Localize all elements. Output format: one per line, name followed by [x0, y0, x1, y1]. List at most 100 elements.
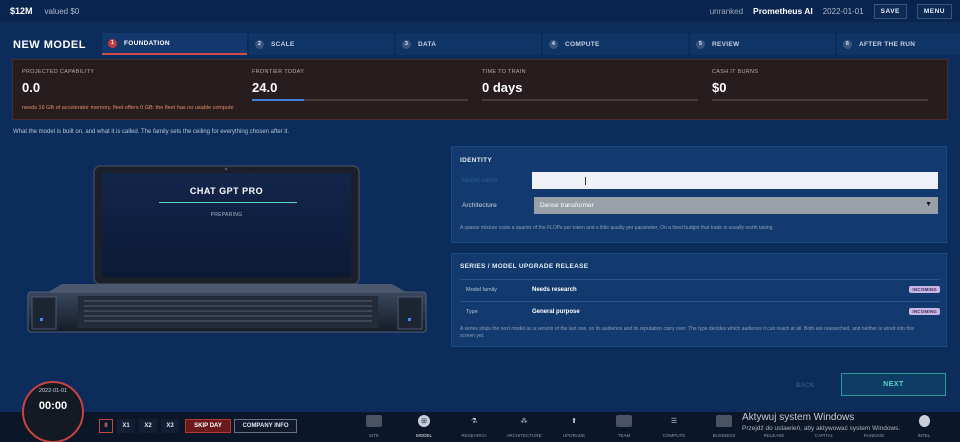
time-progress-bar — [482, 99, 698, 101]
projection-stats-panel: PROJECTED CAPABILITY 0.0 FRONTIER TODAY … — [12, 59, 948, 120]
stat-label: FRONTIER TODAY — [252, 69, 305, 75]
tab-label: SITE — [368, 433, 379, 438]
tab-business[interactable]: BUSINESS — [701, 415, 747, 438]
tab-label: ARCHITECTURE — [506, 433, 542, 438]
tab-architecture[interactable]: ⁂ ARCHITECTURE — [501, 415, 547, 438]
pause-button[interactable]: II — [99, 419, 113, 433]
series-row-label: Model family — [466, 286, 497, 293]
series-hint: A series ships the next model as a versi… — [460, 326, 915, 339]
series-row-model-family: Model family Needs research INCOMING — [460, 279, 940, 299]
architecture-select[interactable]: Dense transformer ▼ — [534, 197, 938, 214]
step-after-the-run[interactable]: 6 AFTER THE RUN — [837, 33, 960, 55]
cost-progress-bar — [712, 99, 928, 101]
tab-label: MODEL — [415, 433, 432, 438]
stat-time-to-train: TIME TO TRAIN 0 days — [482, 69, 702, 101]
architecture-label: Architecture — [462, 202, 497, 209]
tab-label: RESEARCH — [461, 433, 487, 438]
series-row-value: General purpose — [532, 308, 580, 315]
step-label: REVIEW — [712, 40, 740, 48]
compute-warning: needs 16 GB of accelerator memory, fleet… — [22, 105, 234, 111]
briefcase-icon — [716, 415, 732, 427]
skip-day-button[interactable]: SKIP DAY — [185, 419, 231, 433]
step-number: 1 — [108, 38, 117, 48]
stat-label: TIME TO TRAIN — [482, 69, 526, 75]
stat-frontier: FRONTIER TODAY 24.0 — [252, 69, 472, 101]
step-number: 3 — [402, 39, 411, 49]
rank-text: unranked — [709, 6, 744, 16]
step-compute[interactable]: 4 COMPUTE — [543, 33, 688, 55]
frontier-progress-bar — [252, 99, 468, 101]
step-label: COMPUTE — [565, 40, 600, 48]
model-name-label: Model name — [462, 177, 498, 184]
microscope-icon: ⚗ — [470, 418, 478, 425]
team-icon — [616, 415, 632, 427]
clock-time: 00:00 — [38, 400, 68, 412]
stat-capability: PROJECTED CAPABILITY 0.0 — [22, 69, 242, 95]
stat-value: $0 — [712, 80, 727, 95]
next-button[interactable]: NEXT — [841, 373, 946, 396]
site-icon — [366, 415, 382, 427]
model-icon: ⊞ — [418, 415, 430, 427]
back-button[interactable]: BACK — [770, 374, 840, 396]
incoming-badge: INCOMING — [909, 308, 940, 315]
tab-site[interactable]: SITE — [351, 415, 397, 438]
architecture-icon: ⁂ — [520, 418, 528, 425]
game-clock: 2022-01-01 00:00 — [22, 381, 84, 442]
step-label: FOUNDATION — [124, 39, 170, 47]
step-review[interactable]: 5 REVIEW — [690, 33, 835, 55]
top-bar: $12M valued $0 unranked Prometheus AI 20… — [0, 0, 960, 22]
model-name-input[interactable] — [532, 172, 938, 189]
tab-label: COMPUTE — [662, 433, 686, 438]
top-bar-right: unranked Prometheus AI 2022-01-01 SAVE M… — [709, 3, 952, 19]
identity-panel: IDENTITY Model name Architecture Dense t… — [451, 146, 947, 243]
series-row-type: Type General purpose INCOMING — [460, 301, 940, 321]
company-info-button[interactable]: COMPANY INFO — [234, 419, 297, 433]
series-panel: SERIES / MODEL UPGRADE RELEASE Model fam… — [451, 253, 947, 347]
tab-label: BUSINESS — [712, 433, 736, 438]
intel-icon — [918, 415, 930, 427]
tab-upgrade[interactable]: ⬆ UPGRADE — [551, 415, 597, 438]
step-number: 4 — [549, 39, 558, 49]
speed-x1-button[interactable]: X1 — [117, 419, 135, 433]
laptop-screen-title: CHAT GPT PRO — [189, 186, 264, 196]
cash-display: $12M — [10, 6, 33, 16]
stat-value: 0.0 — [22, 80, 41, 95]
tab-label: UPGRADE — [562, 433, 586, 438]
tab-model[interactable]: ⊞ MODEL — [401, 415, 447, 438]
watermark-line-1: Aktywuj system Windows — [742, 412, 855, 423]
menu-button[interactable]: MENU — [916, 3, 952, 19]
architecture-hint: A sparse mixture costs a quarter of the … — [460, 225, 774, 231]
server-icon: ☰ — [670, 418, 678, 425]
identity-title: IDENTITY — [460, 157, 493, 164]
series-row-value: Needs research — [532, 286, 577, 293]
laptop-screen-status: PREPARING — [210, 212, 243, 218]
architecture-selected-value: Dense transformer — [540, 202, 594, 209]
valuation-text: valued $0 — [44, 6, 80, 16]
page-title: NEW MODEL — [13, 39, 86, 51]
speed-x3-button[interactable]: X3 — [161, 419, 179, 433]
save-button[interactable]: SAVE — [873, 3, 907, 19]
tab-research[interactable]: ⚗ RESEARCH — [451, 415, 497, 438]
step-data[interactable]: 3 DATA — [396, 33, 541, 55]
step-label: DATA — [418, 40, 437, 48]
stat-value: 24.0 — [252, 80, 278, 95]
clock-date: 2022-01-01 — [38, 388, 68, 394]
company-name: Prometheus AI — [753, 6, 813, 16]
wizard-steps: 1 FOUNDATION 2 SCALE 3 DATA 4 COMPUTE 5 … — [102, 33, 960, 55]
tab-team[interactable]: TEAM — [601, 415, 647, 438]
step-label: AFTER THE RUN — [859, 40, 916, 48]
speed-x2-button[interactable]: X2 — [139, 419, 157, 433]
tab-intel[interactable]: INTEL — [901, 415, 947, 438]
step-scale[interactable]: 2 SCALE — [249, 33, 394, 55]
series-title: SERIES / MODEL UPGRADE RELEASE — [460, 263, 589, 270]
dropdown-arrow-icon: ▼ — [925, 201, 932, 208]
step-label: SCALE — [271, 40, 295, 48]
stat-cash-burn: CASH IT BURNS $0 — [712, 69, 932, 101]
series-row-label: Type — [466, 308, 478, 315]
tab-compute[interactable]: ☰ COMPUTE — [651, 415, 697, 438]
step-foundation[interactable]: 1 FOUNDATION — [102, 33, 247, 55]
upgrade-icon: ⬆ — [571, 418, 577, 425]
watermark-line-2: Przejdź do ustawień, aby aktywować syste… — [742, 425, 901, 432]
step-description: What the model is built on, and what it … — [13, 129, 290, 135]
game-date: 2022-01-01 — [822, 6, 864, 16]
